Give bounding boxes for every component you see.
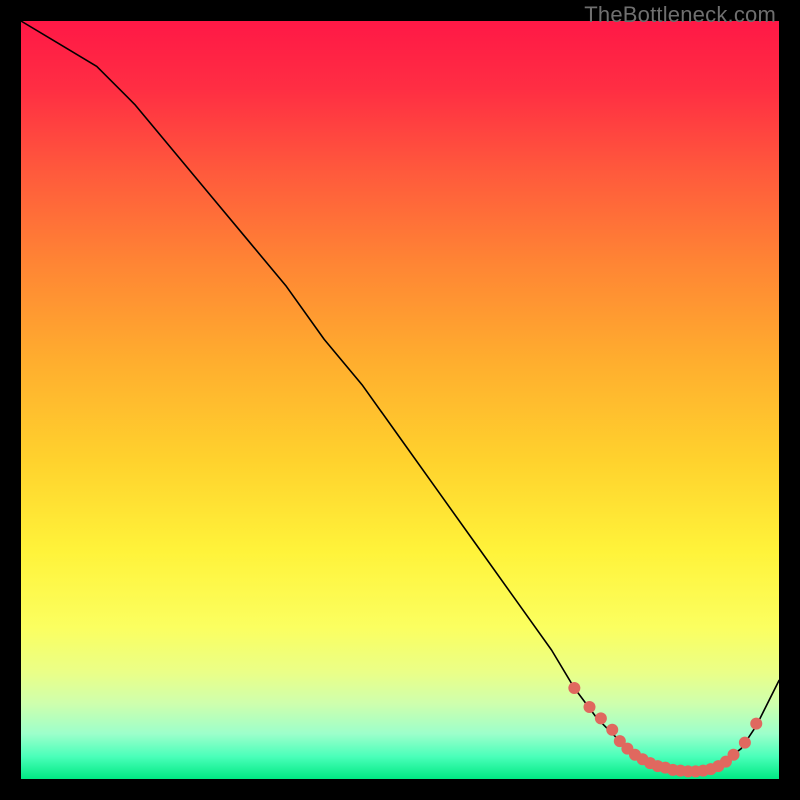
highlight-dot: [568, 682, 580, 694]
highlight-dot: [750, 718, 762, 730]
highlight-dot-cluster: [568, 682, 762, 777]
curve-layer: [21, 21, 779, 779]
curve-path: [21, 21, 779, 771]
highlight-dot: [584, 701, 596, 713]
highlight-dot: [739, 737, 751, 749]
highlight-dot: [595, 712, 607, 724]
highlight-dot: [728, 749, 740, 761]
highlight-dot: [606, 724, 618, 736]
chart-stage: TheBottleneck.com: [0, 0, 800, 800]
